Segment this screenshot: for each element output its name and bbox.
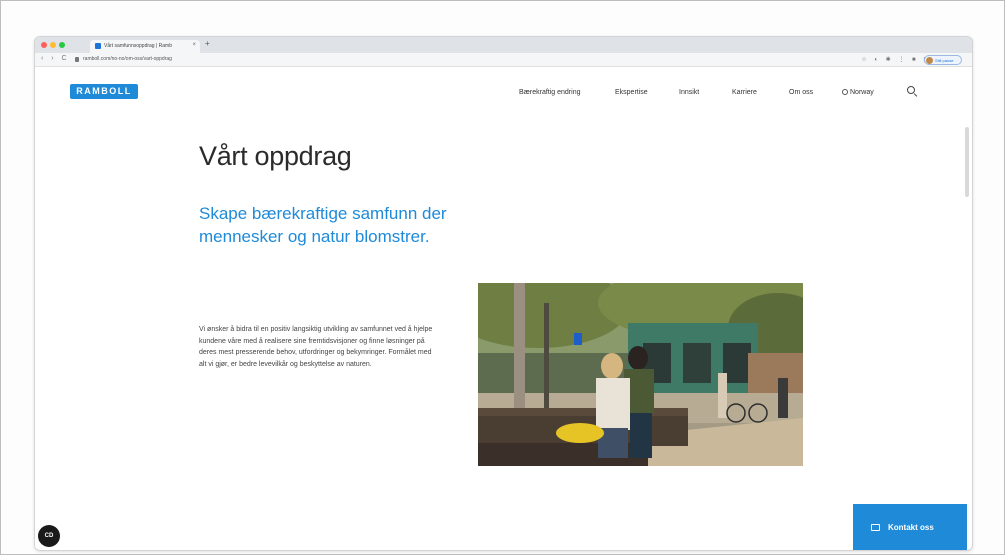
url-field[interactable]: ramboll.com/no-no/om-oss/vart-oppdrag <box>75 56 855 65</box>
navigation-buttons[interactable]: ‹ › C <box>41 55 70 62</box>
nav-link-career[interactable]: Karriere <box>732 89 757 96</box>
profile-button[interactable]: Still pause <box>924 55 962 65</box>
contact-label: Kontakt oss <box>888 523 934 532</box>
mission-statement: Skape bærekraftige samfunn der mennesker… <box>199 204 447 246</box>
close-window-button[interactable] <box>41 42 47 48</box>
page-title: Vårt oppdrag <box>199 141 352 171</box>
profile-label: Still pause <box>935 58 954 63</box>
address-bar: ‹ › C ramboll.com/no-no/om-oss/vart-oppd… <box>35 53 972 67</box>
avatar <box>926 57 933 64</box>
mission-body-text: Vi ønsker å bidra til en positiv langsik… <box>199 326 433 368</box>
page-scrollbar[interactable] <box>965 127 969 197</box>
tab-bar: Vårt samfunnsoppdrag | Ramb × + <box>35 37 972 53</box>
tab-close-icon[interactable]: × <box>192 42 196 48</box>
favicon-icon <box>95 43 101 49</box>
chat-bubble-icon <box>871 524 880 531</box>
browser-toolbar-icons[interactable]: ☆ ◐ ✱ ⋮ ■ ◫ <box>861 56 932 63</box>
nav-link-region[interactable]: Norway <box>842 89 874 96</box>
tab-title: Vårt samfunnsoppdrag | Ramb <box>104 43 173 49</box>
region-label: Norway <box>850 89 874 96</box>
chat-badge-icon[interactable]: CD <box>38 525 60 547</box>
maximize-window-button[interactable] <box>59 42 65 48</box>
lock-icon <box>75 57 79 62</box>
mission-photo <box>478 283 803 466</box>
ramboll-logo[interactable]: RAMBOLL <box>70 84 138 99</box>
browser-tab[interactable]: Vårt samfunnsoppdrag | Ramb × <box>90 40 200 53</box>
web-page: RAMBOLL Bærekraftig endring Ekspertise I… <box>35 67 972 550</box>
screenshot-frame: Vårt samfunnsoppdrag | Ramb × + ‹ › C ra… <box>0 0 1005 555</box>
nav-link-expertise[interactable]: Ekspertise <box>615 89 648 96</box>
globe-icon <box>842 89 848 95</box>
search-icon[interactable] <box>907 86 918 97</box>
nav-link-sustainable-change[interactable]: Bærekraftig endring <box>519 89 580 96</box>
contact-us-button[interactable]: Kontakt oss <box>853 504 967 550</box>
new-tab-button[interactable]: + <box>205 39 210 48</box>
window-controls <box>41 42 65 48</box>
url-text: ramboll.com/no-no/om-oss/vart-oppdrag <box>83 56 172 62</box>
nav-link-insight[interactable]: Innsikt <box>679 89 699 96</box>
minimize-window-button[interactable] <box>50 42 56 48</box>
browser-window: Vårt samfunnsoppdrag | Ramb × + ‹ › C ra… <box>34 36 973 551</box>
nav-link-about-us[interactable]: Om oss <box>789 89 813 96</box>
